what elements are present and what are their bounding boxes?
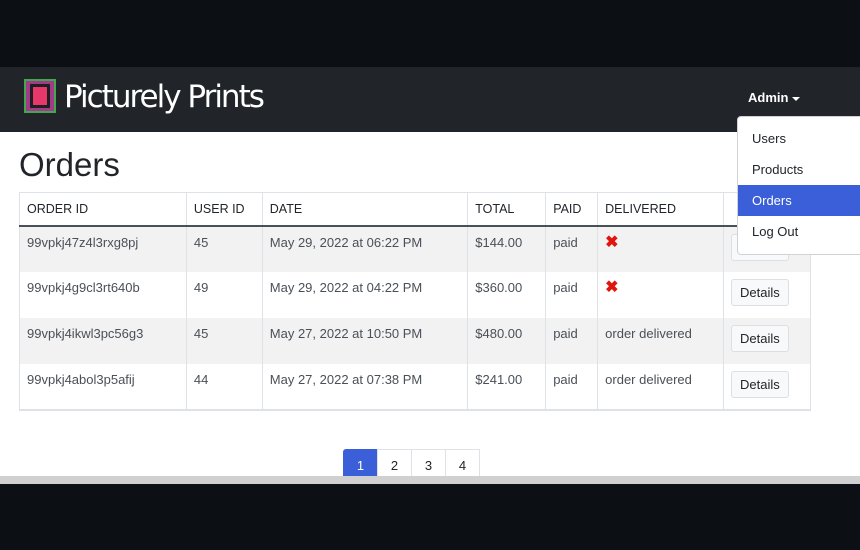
total-cell: $480.00	[467, 317, 547, 364]
dropdown-item-logout[interactable]: Log Out	[738, 216, 860, 247]
admin-menu-toggle[interactable]: Admin	[748, 90, 801, 105]
main-content: Orders ORDER ID USER ID DATE TOTAL PAID …	[0, 132, 860, 476]
navbar: Picturely Prints Admin	[0, 67, 860, 132]
user-id-cell: 44	[185, 363, 263, 411]
paid-cell: paid	[545, 363, 599, 411]
details-button[interactable]: Details	[731, 370, 789, 398]
order-id-cell: 99vpkj4g9cl3rt640b	[19, 271, 187, 318]
order-id-cell: 99vpkj47z4l3rxg8pj	[19, 225, 187, 272]
action-cell: Details	[723, 363, 811, 411]
col-paid: PAID	[545, 192, 599, 227]
details-button[interactable]: Details	[731, 324, 789, 352]
page-link-1[interactable]: 1	[343, 449, 378, 476]
table-row: 99vpkj4abol3p5afij 44 May 27, 2022 at 07…	[19, 363, 811, 411]
table-row: 99vpkj47z4l3rxg8pj 45 May 29, 2022 at 06…	[19, 225, 811, 272]
date-cell: May 29, 2022 at 06:22 PM	[261, 225, 469, 272]
col-date: DATE	[261, 192, 469, 227]
brand-link[interactable]: Picturely Prints	[24, 79, 265, 115]
horizontal-scrollbar[interactable]	[0, 476, 860, 484]
page-title: Orders	[19, 146, 120, 183]
admin-dropdown-menu: Users Products Orders Log Out	[737, 116, 860, 255]
col-user-id: USER ID	[185, 192, 263, 227]
orders-table: ORDER ID USER ID DATE TOTAL PAID DELIVER…	[19, 192, 811, 411]
order-id-cell: 99vpkj4abol3p5afij	[19, 363, 187, 411]
delivered-cell: order delivered	[597, 363, 725, 411]
user-id-cell: 45	[185, 225, 263, 272]
page-link-3[interactable]: 3	[411, 449, 446, 476]
action-cell: Details	[723, 317, 811, 364]
page-link-2[interactable]: 2	[377, 449, 412, 476]
paid-cell: paid	[545, 317, 599, 364]
x-mark-icon: ✖	[605, 233, 619, 251]
caret-down-icon	[792, 96, 801, 101]
dropdown-item-users[interactable]: Users	[738, 123, 860, 154]
user-id-cell: 45	[185, 317, 263, 364]
paid-cell: paid	[545, 225, 599, 272]
col-total: TOTAL	[467, 192, 547, 227]
pagination: 1 2 3 4	[343, 449, 480, 476]
page-link-4[interactable]: 4	[445, 449, 480, 476]
bottom-letterbox	[0, 484, 860, 550]
delivered-cell: ✖	[597, 225, 725, 272]
date-cell: May 27, 2022 at 10:50 PM	[261, 317, 469, 364]
table-row: 99vpkj4g9cl3rt640b 49 May 29, 2022 at 04…	[19, 271, 811, 318]
details-button[interactable]: Details	[731, 278, 789, 306]
date-cell: May 29, 2022 at 04:22 PM	[261, 271, 469, 318]
col-delivered: DELIVERED	[597, 192, 725, 227]
table-header-row: ORDER ID USER ID DATE TOTAL PAID DELIVER…	[19, 192, 811, 227]
delivered-cell: ✖	[597, 271, 725, 318]
total-cell: $241.00	[467, 363, 547, 411]
total-cell: $360.00	[467, 271, 547, 318]
brand-name: Picturely Prints	[64, 79, 265, 115]
user-id-cell: 49	[185, 271, 263, 318]
order-id-cell: 99vpkj4ikwl3pc56g3	[19, 317, 187, 364]
date-cell: May 27, 2022 at 07:38 PM	[261, 363, 469, 411]
x-mark-icon: ✖	[605, 278, 619, 296]
logo-icon	[24, 79, 58, 115]
col-order-id: ORDER ID	[19, 192, 187, 227]
top-letterbox	[0, 0, 860, 67]
dropdown-item-orders[interactable]: Orders	[738, 185, 860, 216]
dropdown-item-products[interactable]: Products	[738, 154, 860, 185]
delivered-cell: order delivered	[597, 317, 725, 364]
table-row: 99vpkj4ikwl3pc56g3 45 May 27, 2022 at 10…	[19, 317, 811, 364]
action-cell: Details	[723, 271, 811, 318]
total-cell: $144.00	[467, 225, 547, 272]
paid-cell: paid	[545, 271, 599, 318]
admin-label: Admin	[748, 90, 789, 105]
